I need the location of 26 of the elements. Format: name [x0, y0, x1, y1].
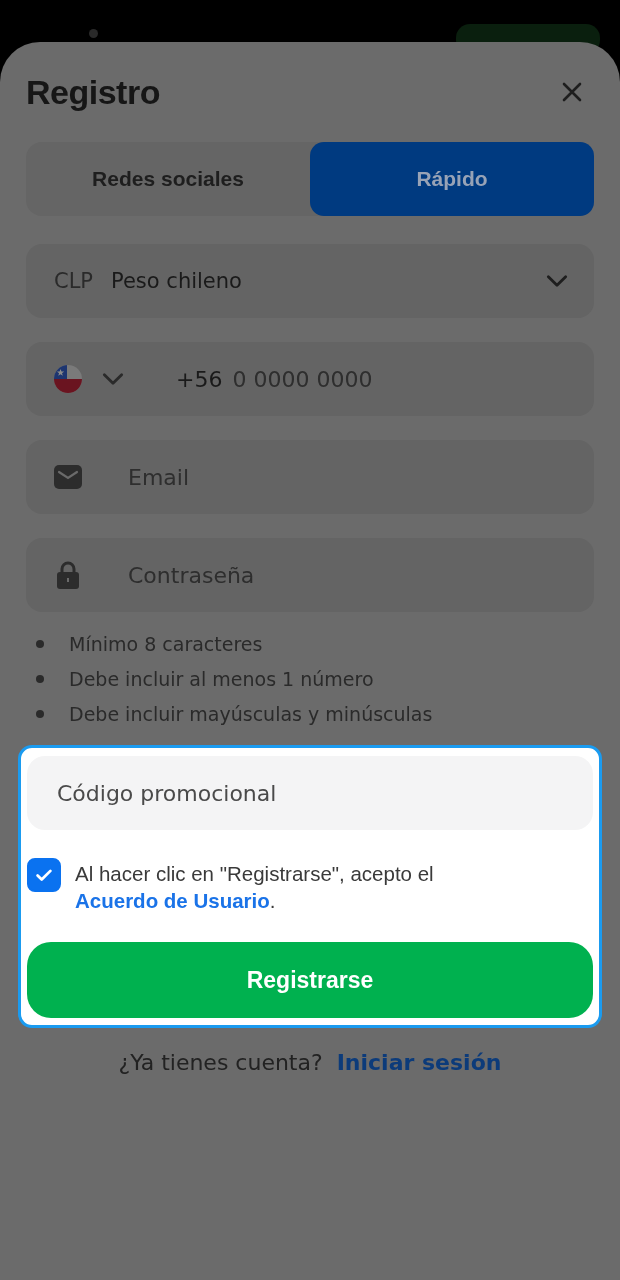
promo-code-field[interactable]: Código promocional — [27, 756, 593, 830]
register-button[interactable]: Registrarse — [27, 942, 593, 1018]
password-rule: Mínimo 8 caracteres — [69, 632, 263, 655]
sheet-title: Registro — [26, 72, 160, 112]
promo-code-input[interactable]: Código promocional — [55, 779, 565, 807]
flag-icon — [54, 365, 82, 393]
currency-select[interactable]: CLP Peso chileno — [26, 244, 594, 318]
close-icon[interactable] — [560, 80, 584, 104]
lock-icon — [54, 561, 82, 589]
login-link[interactable]: Iniciar sesión — [336, 1050, 502, 1075]
password-rule: Debe incluir al menos 1 número — [69, 667, 374, 690]
tab[interactable]: Redes sociales — [26, 142, 310, 216]
login-prompt: ¿Ya tienes cuenta? — [118, 1050, 323, 1075]
phone-code: +56 — [176, 366, 223, 392]
camera-dot — [89, 29, 98, 38]
bullet-icon — [36, 674, 44, 683]
currency-name: Peso chileno — [111, 269, 243, 293]
bullet-icon — [36, 639, 44, 648]
password-rule: Debe incluir mayúsculas y minúsculas — [69, 702, 433, 725]
tab[interactable]: Rápido — [310, 142, 594, 216]
user-agreement-link[interactable]: Acuerdo de Usuario — [75, 889, 270, 912]
currency-code: CLP — [54, 269, 94, 293]
bullet-icon — [36, 709, 44, 718]
envelope-icon — [54, 465, 82, 489]
agreement-text: Al hacer clic en "Registrarse", acepto el Acuerdo de Usuario. — [75, 861, 435, 914]
agreement-checkbox[interactable] — [27, 858, 61, 892]
